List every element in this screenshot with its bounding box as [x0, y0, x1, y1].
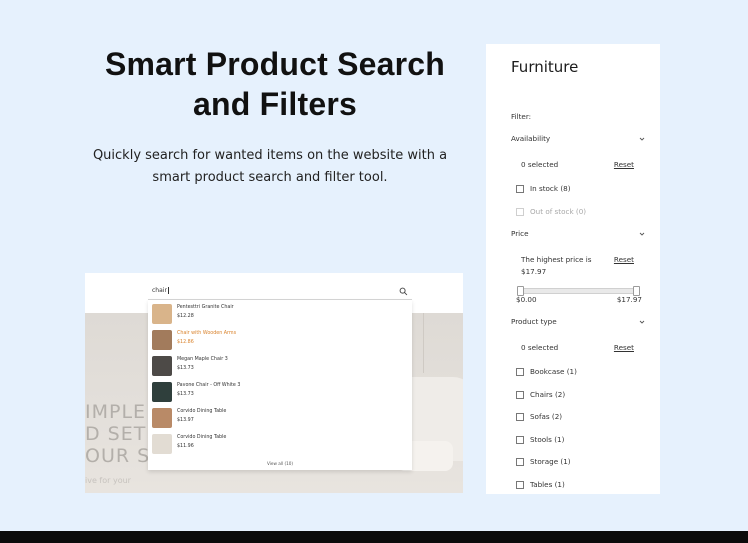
result-product-price: $11.96 [177, 444, 194, 449]
page-subtitle: Quickly search for wanted items on the w… [70, 145, 470, 189]
search-query: chair [152, 287, 167, 294]
product-thumbnail [152, 382, 172, 402]
product-thumbnail [152, 304, 172, 324]
stools-label: Stools (1) [530, 435, 565, 444]
search-demo-preview: IMPLE Y D SETU OUR SP ive for your chair… [85, 273, 463, 493]
result-product-name: Pavone Chair - Off White 3 [177, 383, 241, 388]
product-type-selected-count: 0 selected [521, 343, 559, 352]
availability-reset-link[interactable]: Reset [614, 160, 634, 169]
price-max-label: $17.97 [616, 295, 642, 304]
availability-header[interactable]: Availability [511, 134, 550, 143]
tables-label: Tables (1) [530, 480, 565, 489]
chairs-checkbox[interactable] [516, 391, 524, 399]
result-product-price: $13.97 [177, 418, 194, 423]
bookcase-label: Bookcase (1) [530, 367, 577, 376]
search-result-item[interactable]: Pavone Chair - Off White 3 $13.73 [152, 381, 402, 405]
search-result-item[interactable]: Pentesttri Granite Chair $12.28 [152, 303, 402, 327]
price-reset-link[interactable]: Reset [614, 255, 634, 264]
collection-title: Furniture [511, 58, 579, 76]
search-icon[interactable] [399, 287, 408, 296]
filter-label: Filter: [511, 112, 532, 121]
subtitle-line-1: Quickly search for wanted items on the w… [92, 148, 448, 163]
price-min-label: $0.00 [516, 295, 537, 304]
search-result-item[interactable]: Chair with Wooden Arms $12.86 [152, 329, 402, 353]
title-line-1: Smart Product Search [104, 46, 446, 82]
in-stock-checkbox[interactable] [516, 185, 524, 193]
result-product-price: $12.86 [177, 340, 194, 345]
tables-checkbox[interactable] [516, 481, 524, 489]
sofas-checkbox[interactable] [516, 413, 524, 421]
chairs-label: Chairs (2) [530, 390, 566, 399]
product-thumbnail [152, 356, 172, 376]
stools-checkbox[interactable] [516, 436, 524, 444]
price-header[interactable]: Price [511, 229, 529, 238]
bookcase-checkbox[interactable] [516, 368, 524, 376]
title-line-2: and Filters [192, 86, 357, 122]
page-title: Smart Product Search and Filters [60, 44, 490, 124]
result-product-price: $13.73 [177, 392, 194, 397]
result-product-name: Corvido Dining Table [177, 435, 227, 440]
search-result-item[interactable]: Corvido Dining Table $13.97 [152, 407, 402, 431]
result-product-name: Megan Maple Chair 3 [177, 357, 228, 362]
subtitle-line-2: smart product search and filter tool. [152, 170, 388, 185]
search-result-item[interactable]: Megan Maple Chair 3 $13.73 [152, 355, 402, 379]
filter-panel: Furniture Filter: Availability 0 selecte… [486, 44, 660, 494]
chevron-down-icon[interactable] [638, 230, 646, 238]
in-stock-label: In stock (8) [530, 184, 571, 193]
result-product-name: Corvido Dining Table [177, 409, 227, 414]
result-product-name: Chair with Wooden Arms [177, 331, 237, 336]
price-highest-text: The highest price is [521, 255, 592, 264]
product-thumbnail [152, 434, 172, 454]
sofas-label: Sofas (2) [530, 412, 563, 421]
chevron-down-icon[interactable] [638, 318, 646, 326]
price-range-slider[interactable] [517, 286, 640, 296]
price-highest-value: $17.97 [521, 267, 547, 276]
result-product-name: Pentesttri Granite Chair [177, 305, 234, 310]
product-type-header[interactable]: Product type [511, 317, 557, 326]
result-product-price: $12.28 [177, 314, 194, 319]
search-result-item[interactable]: Corvido Dining Table $11.96 [152, 433, 402, 457]
chevron-down-icon[interactable] [638, 135, 646, 143]
product-thumbnail [152, 330, 172, 350]
search-input[interactable]: chair [148, 285, 412, 300]
result-product-price: $13.73 [177, 366, 194, 371]
availability-selected-count: 0 selected [521, 160, 559, 169]
search-results-dropdown: Corvido Dining Table $11.96 Corvido Dining… [148, 300, 412, 470]
out-of-stock-checkbox [516, 208, 524, 216]
product-thumbnail [152, 408, 172, 428]
bottom-bar [0, 531, 748, 543]
storage-label: Storage (1) [530, 457, 571, 466]
banner-text-line-4: ive for your [85, 476, 131, 485]
out-of-stock-label: Out of stock (0) [530, 207, 587, 216]
lamp-decoration [423, 313, 424, 373]
product-type-reset-link[interactable]: Reset [614, 343, 634, 352]
view-all-link[interactable]: View all (10) [148, 461, 412, 466]
storage-checkbox[interactable] [516, 458, 524, 466]
